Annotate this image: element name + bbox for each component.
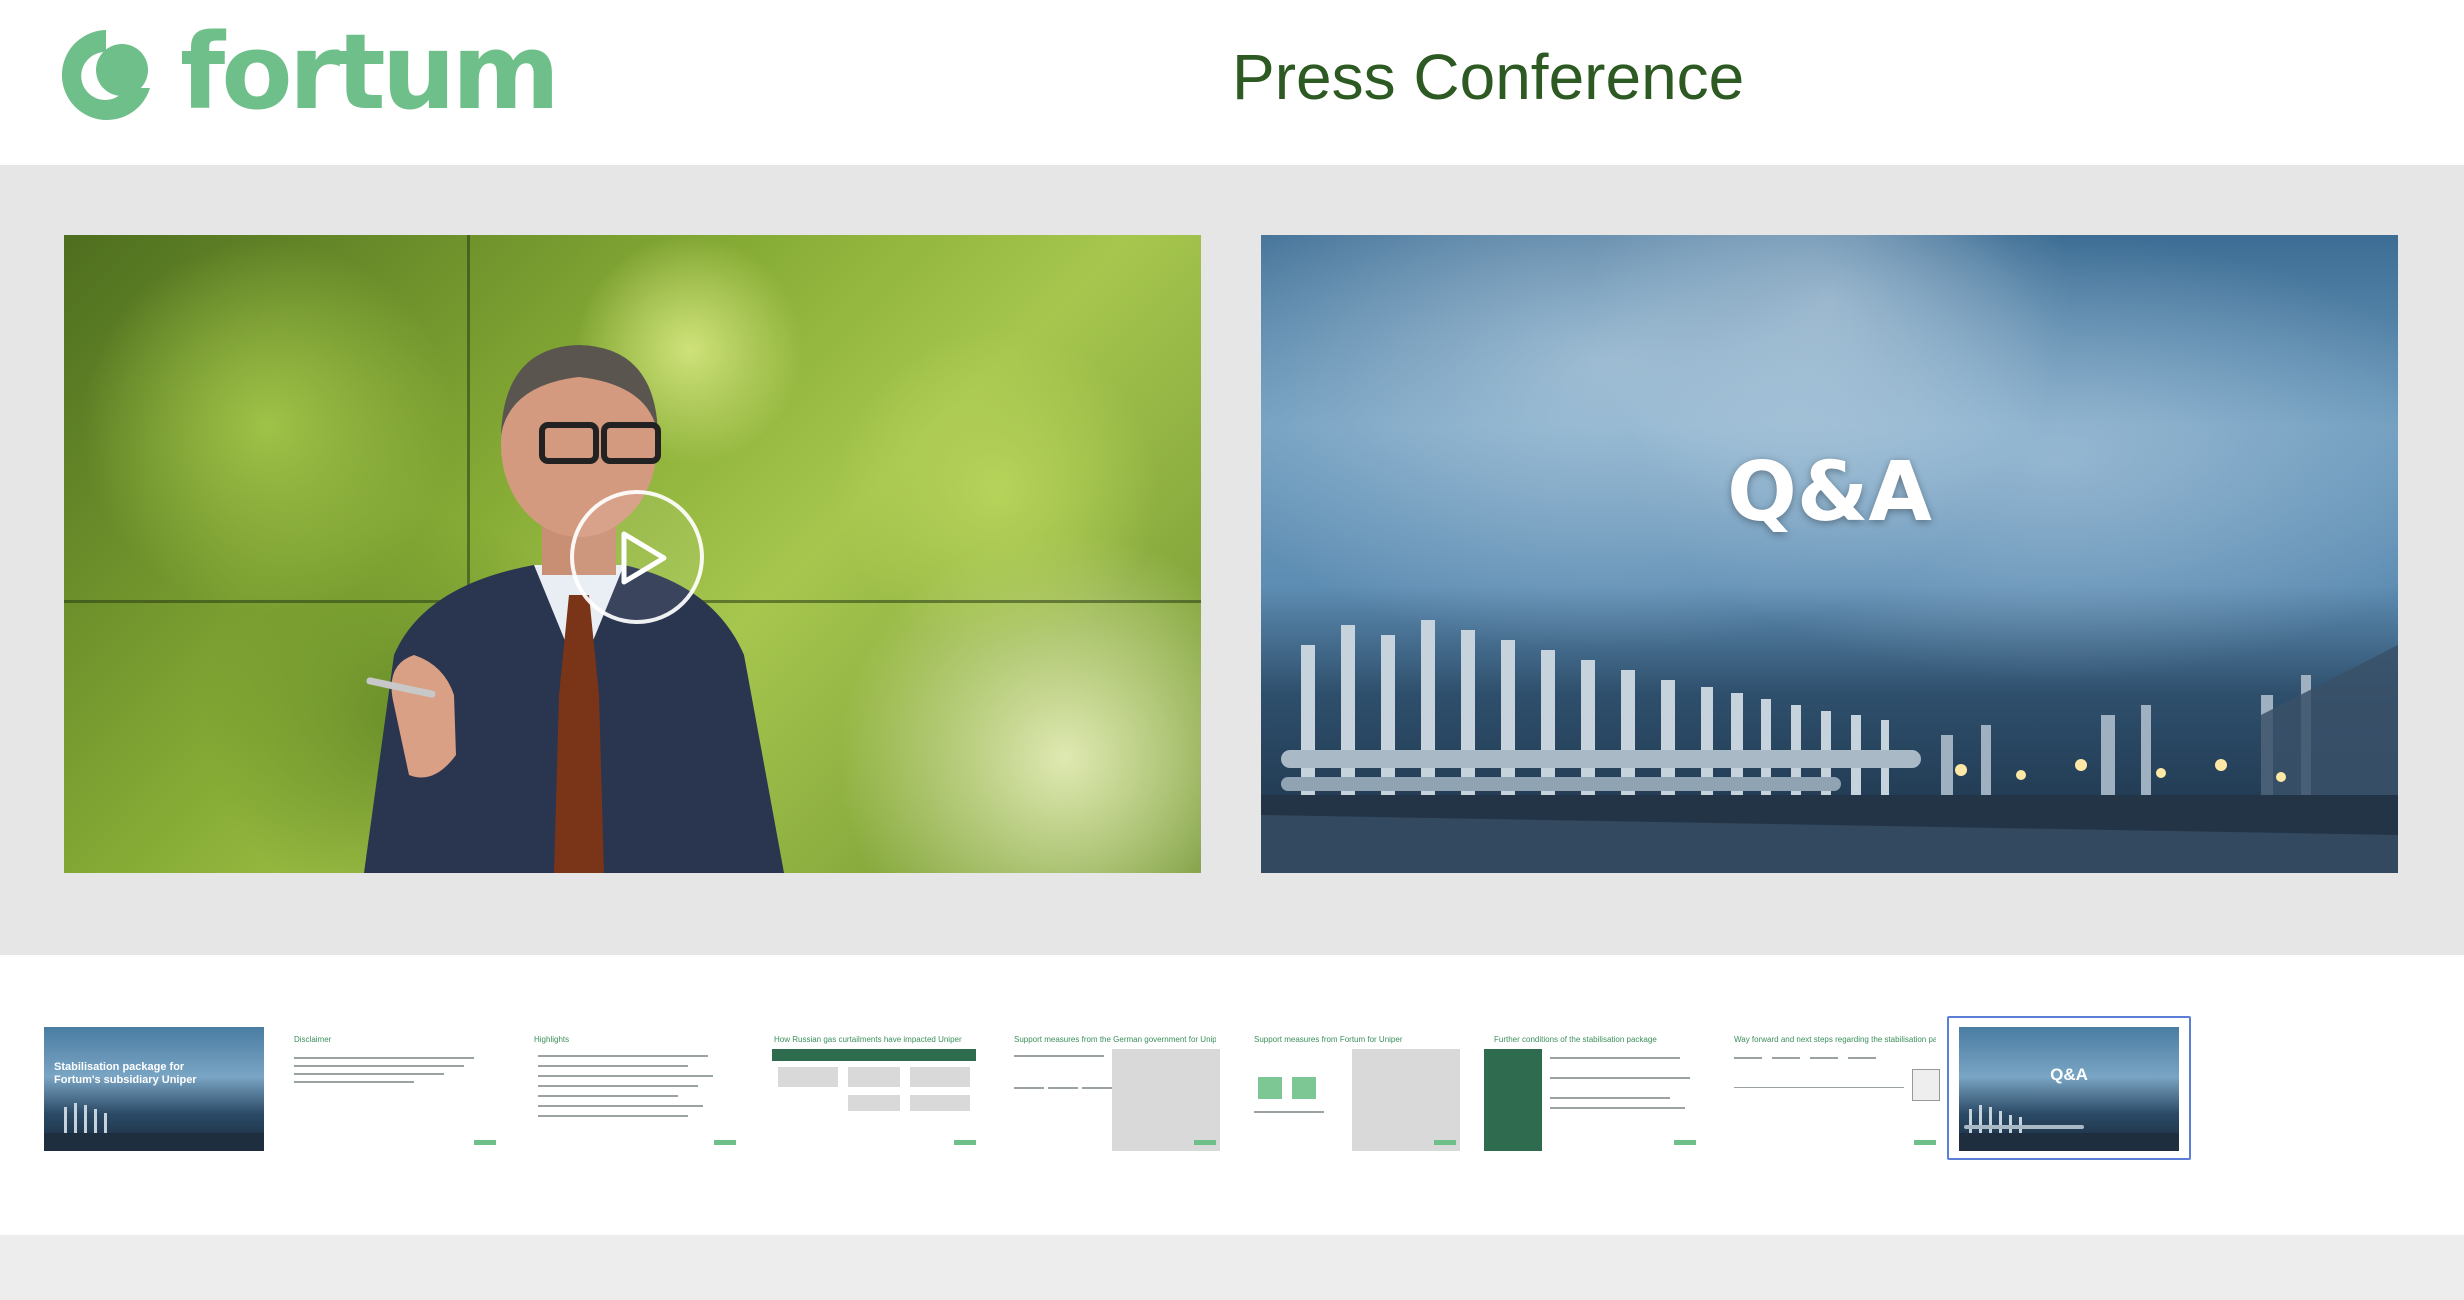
thumbnail-title: Stabilisation package for Fortum's subsi… [54,1061,197,1086]
thumbnail-text-line [1014,1087,1044,1089]
thumbnail-1[interactable]: Stabilisation package for Fortum's subsi… [44,1027,264,1151]
thumbnail-text-line [538,1105,703,1107]
footer-bar [0,1235,2464,1300]
thumbnail-box [778,1067,838,1087]
thumbnail-title: Support measures from Fortum for Uniper [1254,1035,1403,1044]
thumbnail-text-line [1734,1057,1762,1059]
thumbnail-text-line [1810,1057,1838,1059]
thumbnail-text-line [294,1081,414,1083]
thumbnail-text-line [294,1073,444,1075]
header: fortum Press Conference [0,0,2464,165]
thumbnail-text-line [538,1065,688,1067]
thumbnail-text-line [1550,1097,1670,1099]
thumbnail-plant-image [1959,1105,2179,1151]
thumbnail-text-line [538,1075,713,1077]
thumbnail-brand-mark [1434,1140,1456,1145]
thumbnail-plant-image [44,1103,264,1151]
current-slide: Q&A [1261,235,2398,873]
thumbnail-brand-mark [714,1140,736,1145]
thumbnail-text-line [1772,1057,1800,1059]
thumbnail-side-panel [1484,1049,1542,1151]
thumbnail-text-line [1082,1087,1112,1089]
thumbnail-title: Disclaimer [294,1035,332,1044]
thumbnail-side-panel [1352,1049,1460,1151]
thumbnail-text-line [1848,1057,1876,1059]
thumbnail-4[interactable]: How Russian gas curtailments have impact… [764,1027,984,1151]
thumbnail-box [1912,1069,1940,1101]
thumbnail-text-line [294,1065,464,1067]
thumbnail-brand-mark [954,1140,976,1145]
thumbnail-6[interactable]: Support measures from Fortum for Uniper [1244,1027,1464,1151]
fortum-logo-mark-icon [61,30,151,120]
thumbnail-brand-mark [474,1140,496,1145]
slide-title: Q&A [1727,445,1932,540]
thumbnail-table-header [772,1049,976,1061]
play-button[interactable] [570,490,704,624]
thumbnail-text-line [1014,1055,1104,1057]
thumbnail-brand-mark [1194,1140,1216,1145]
thumbnail-brand-mark [1914,1140,1936,1145]
thumbnail-3[interactable]: Highlights [524,1027,744,1151]
thumbnail-text-line [1048,1087,1078,1089]
thumbnail-side-panel [1112,1049,1220,1151]
thumbnail-text-line [294,1057,474,1059]
fortum-logo[interactable]: fortum [44,20,560,124]
thumbnail-title: Q&A [2050,1065,2088,1084]
thumbnail-text-line [538,1115,688,1117]
video-player[interactable] [64,235,1201,873]
thumbnail-text-line [538,1085,698,1087]
thumbnail-title: Support measures from the German governm… [1014,1035,1216,1044]
thumbnail-box [910,1095,970,1111]
play-icon [621,531,667,585]
slide-thumbnail-strip: Stabilisation package for Fortum's subsi… [0,955,2464,1235]
thumbnail-box [910,1067,970,1087]
thumbnail-timeline [1734,1087,1904,1088]
thumbnail-text-line [1550,1057,1680,1059]
thumbnail-text-line [1550,1077,1690,1079]
thumbnail-box [848,1067,900,1087]
logo-wordmark: fortum [180,11,560,133]
thumbnail-box [1292,1077,1316,1099]
thumbnail-8[interactable]: Way forward and next steps regarding the… [1724,1027,1944,1151]
thumbnail-text-line [538,1095,678,1097]
thumbnail-box [1258,1077,1282,1099]
thumbnail-box [848,1095,900,1111]
gas-plant-image [1261,620,2398,873]
thumbnail-text-line [1254,1111,1324,1113]
thumbnail-5[interactable]: Support measures from the German governm… [1004,1027,1224,1151]
thumbnail-brand-mark [1674,1140,1696,1145]
thumbnail-title: How Russian gas curtailments have impact… [774,1035,962,1044]
thumbnail-title: Highlights [534,1035,570,1044]
thumbnail-text-line [1550,1107,1685,1109]
thumbnail-2[interactable]: Disclaimer [284,1027,504,1151]
thumbnail-9[interactable]: Q&A [1959,1027,2179,1151]
main-stage: Q&A [0,165,2464,955]
thumbnail-text-line [538,1055,708,1057]
thumbnail-7[interactable]: Further conditions of the stabilisation … [1484,1027,1704,1151]
thumbnail-title: Way forward and next steps regarding the… [1734,1035,1936,1044]
thumbnail-title: Further conditions of the stabilisation … [1494,1035,1657,1044]
page-title: Press Conference [1232,41,1745,113]
